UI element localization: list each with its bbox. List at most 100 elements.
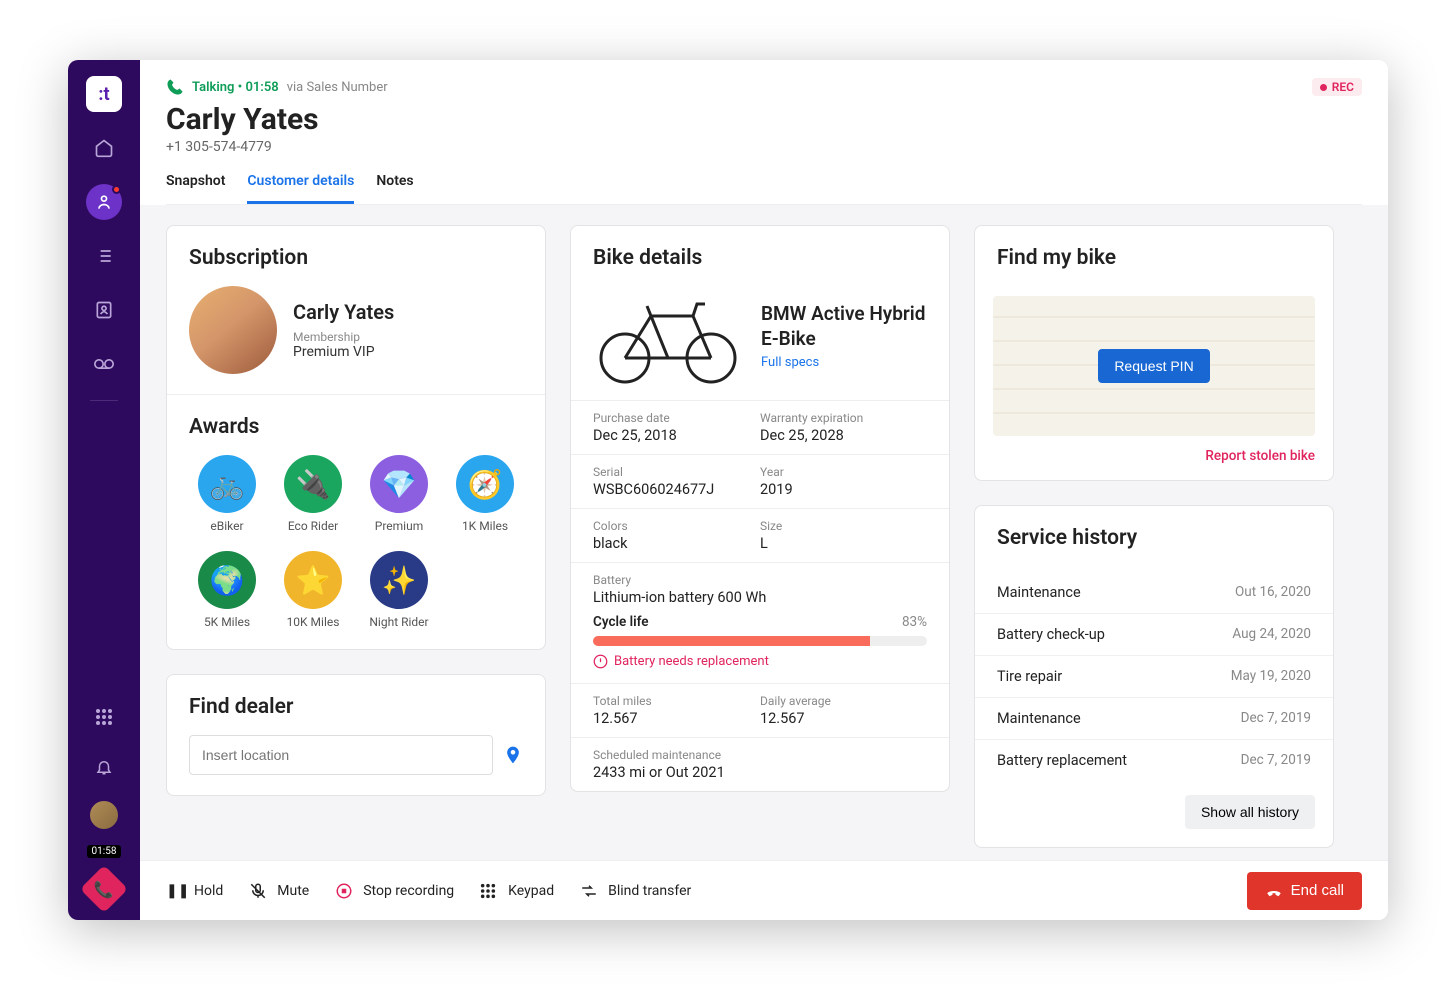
award-item: 🚲eBiker xyxy=(189,455,265,533)
warranty-value: Dec 25, 2028 xyxy=(760,427,927,444)
nav-apps-icon[interactable] xyxy=(86,699,122,735)
nav-notifications-icon[interactable] xyxy=(86,749,122,785)
notification-dot-icon xyxy=(112,185,121,194)
service-label: Battery check-up xyxy=(997,626,1105,643)
award-item: ✨ Night Rider xyxy=(361,551,437,629)
customer-phone: +1 305-574-4779 xyxy=(166,139,1362,155)
dealer-location-input[interactable] xyxy=(189,735,493,775)
sidebar: :t 01:58 📞 xyxy=(68,60,140,920)
tab-snapshot[interactable]: Snapshot xyxy=(166,173,225,204)
active-call-indicator[interactable]: 📞 xyxy=(80,865,128,913)
tab-customer-details[interactable]: Customer details xyxy=(247,173,354,204)
subscription-card: Subscription Carly Yates Membership Prem… xyxy=(166,225,546,650)
service-history-card: Service history MaintenanceOut 16, 2020B… xyxy=(974,505,1334,848)
award-item: 🔌Eco Rider xyxy=(275,455,351,533)
service-date: Dec 7, 2019 xyxy=(1241,752,1311,769)
awards-title: Awards xyxy=(189,415,523,439)
sidebar-divider xyxy=(90,400,118,401)
call-duration: 01:58 xyxy=(245,80,278,95)
find-my-bike-title: Find my bike xyxy=(997,246,1311,270)
bike-image xyxy=(593,286,743,386)
award-icon: ✨ xyxy=(370,551,428,609)
customer-avatar xyxy=(189,286,277,374)
service-date: Aug 24, 2020 xyxy=(1232,626,1311,643)
bike-details-card: Bike details xyxy=(570,225,950,792)
daily-average-label: Daily average xyxy=(760,694,927,708)
battery-warning-text: Battery needs replacement xyxy=(614,654,769,669)
serial-label: Serial xyxy=(593,465,760,479)
serial-value: WSBC606024677J xyxy=(593,481,760,498)
size-label: Size xyxy=(760,519,927,533)
award-label: Eco Rider xyxy=(288,519,338,533)
battery-warning: Battery needs replacement xyxy=(593,654,927,669)
nav-queue-icon[interactable] xyxy=(86,238,122,274)
blind-transfer-button[interactable]: Blind transfer xyxy=(580,882,691,900)
award-item: ⭐10K Miles xyxy=(275,551,351,629)
customer-name: Carly Yates xyxy=(166,102,1362,137)
call-timer-badge: 01:58 xyxy=(87,845,122,858)
nav-home-icon[interactable] xyxy=(86,130,122,166)
subscription-name: Carly Yates xyxy=(293,300,394,324)
award-icon: 💎 xyxy=(370,455,428,513)
year-value: 2019 xyxy=(760,481,927,498)
full-specs-link[interactable]: Full specs xyxy=(761,355,819,370)
service-history-row[interactable]: Maintenance Out 16, 2020 xyxy=(975,572,1333,613)
tab-notes[interactable]: Notes xyxy=(376,173,413,204)
award-icon: ⭐ xyxy=(284,551,342,609)
battery-value: Lithium-ion battery 600 Wh xyxy=(593,589,927,606)
service-history-row[interactable]: Battery replacementDec 7, 2019 xyxy=(975,739,1333,781)
subscription-title: Subscription xyxy=(189,246,523,270)
app-logo[interactable]: :t xyxy=(86,76,122,112)
recording-badge: REC xyxy=(1312,78,1362,96)
award-label: Premium xyxy=(375,519,423,533)
mute-button[interactable]: Mute xyxy=(249,882,309,900)
show-all-history-button[interactable]: Show all history xyxy=(1185,795,1315,829)
call-status: Talking xyxy=(192,80,234,95)
battery-label: Battery xyxy=(593,573,927,587)
find-my-bike-card: Find my bike Request PIN Report stolen b… xyxy=(974,225,1334,481)
membership-label: Membership xyxy=(293,330,394,344)
service-date: Dec 7, 2019 xyxy=(1241,710,1311,727)
end-call-button[interactable]: End call xyxy=(1247,872,1362,910)
service-history-row[interactable]: MaintenanceDec 7, 2019 xyxy=(975,697,1333,739)
award-label: eBiker xyxy=(210,519,243,533)
phone-active-icon xyxy=(166,78,184,96)
service-history-row[interactable]: Tire repairMay 19, 2020 xyxy=(975,655,1333,697)
nav-voicemail-icon[interactable] xyxy=(86,346,122,382)
scheduled-maintenance-value: 2433 mi or Out 2021 xyxy=(593,764,927,781)
find-dealer-title: Find dealer xyxy=(189,695,523,719)
cycle-life-label: Cycle life xyxy=(593,614,649,630)
service-label: Tire repair xyxy=(997,668,1062,685)
keypad-button[interactable]: Keypad xyxy=(480,883,554,899)
hold-button[interactable]: ❚❚Hold xyxy=(166,883,223,899)
daily-average-value: 12.567 xyxy=(760,710,927,727)
award-label: 5K Miles xyxy=(204,615,250,629)
find-dealer-card: Find dealer xyxy=(166,674,546,796)
cycle-life-percent: 83% xyxy=(902,614,927,630)
award-icon: 🧭 xyxy=(456,455,514,513)
colors-value: black xyxy=(593,535,760,552)
request-pin-button[interactable]: Request PIN xyxy=(1098,349,1209,383)
award-item: 🧭1K Miles xyxy=(447,455,523,533)
call-controls: ❚❚Hold Mute Stop recording Keypad Blind … xyxy=(140,860,1388,920)
award-icon: 🌍 xyxy=(198,551,256,609)
service-history-row[interactable]: Battery check-up Aug 24, 2020 xyxy=(975,613,1333,655)
bike-name: BMW Active Hybrid E-Bike xyxy=(761,302,927,351)
award-label: Night Rider xyxy=(369,615,428,629)
award-item: 💎 Premium xyxy=(361,455,437,533)
user-avatar[interactable] xyxy=(88,799,120,831)
report-stolen-link[interactable]: Report stolen bike xyxy=(975,436,1333,480)
service-label: Maintenance xyxy=(997,584,1081,601)
scheduled-maintenance-label: Scheduled maintenance xyxy=(593,748,927,762)
stop-recording-button[interactable]: Stop recording xyxy=(335,882,454,900)
nav-contacts-icon[interactable] xyxy=(86,292,122,328)
map-pin-icon[interactable] xyxy=(503,743,523,767)
call-via: via Sales Number xyxy=(287,80,388,95)
colors-label: Colors xyxy=(593,519,760,533)
year-label: Year xyxy=(760,465,927,479)
service-date: Out 16, 2020 xyxy=(1235,584,1311,601)
nav-conversations-icon[interactable] xyxy=(86,184,122,220)
size-value: L xyxy=(760,535,927,552)
cycle-life-bar xyxy=(593,636,927,646)
bike-details-title: Bike details xyxy=(593,246,927,270)
